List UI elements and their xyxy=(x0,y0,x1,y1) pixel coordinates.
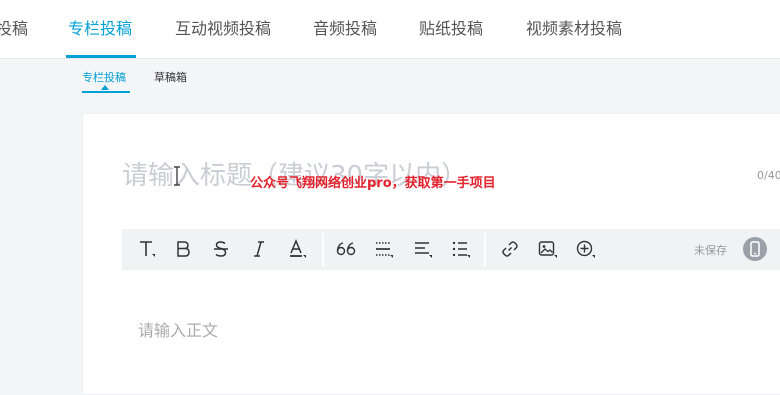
phone-preview-icon[interactable] xyxy=(743,237,767,261)
image-icon[interactable] xyxy=(536,237,560,261)
insert-more-icon[interactable] xyxy=(574,237,598,261)
tab-sticker-submit[interactable]: 贴纸投稿 xyxy=(419,18,483,40)
top-tab-bar: 投稿 专栏投稿 互动视频投稿 音频投稿 贴纸投稿 视频素材投稿 xyxy=(0,0,780,59)
body-input[interactable]: 请输入正文 xyxy=(138,317,218,341)
toolbar-divider xyxy=(484,233,486,266)
subtab-column-submit[interactable]: 专栏投稿 xyxy=(82,70,126,86)
list-icon[interactable] xyxy=(449,237,473,261)
toolbar-divider xyxy=(322,233,324,266)
sub-tab-bar: 专栏投稿 草稿箱 xyxy=(0,59,780,109)
link-icon[interactable] xyxy=(498,237,522,261)
subtab-drafts[interactable]: 草稿箱 xyxy=(154,70,187,86)
divider-icon[interactable] xyxy=(372,237,396,261)
tab-submit[interactable]: 投稿 xyxy=(0,18,28,40)
align-icon[interactable] xyxy=(411,237,435,261)
watermark-text: 公众号飞翔网络创业pro，获取第一手项目 xyxy=(250,176,496,191)
strikethrough-icon[interactable] xyxy=(209,237,233,261)
tab-audio-submit[interactable]: 音频投稿 xyxy=(313,18,377,40)
title-char-counter: 0/40 xyxy=(757,169,780,182)
quote-icon[interactable] xyxy=(334,237,358,261)
save-status: 未保存 xyxy=(694,244,727,257)
italic-icon[interactable] xyxy=(247,237,271,261)
active-tab-indicator xyxy=(66,55,136,58)
active-subtab-caret xyxy=(101,85,109,90)
bold-icon[interactable] xyxy=(171,237,195,261)
tab-interactive-video-submit[interactable]: 互动视频投稿 xyxy=(175,18,271,40)
text-size-icon[interactable] xyxy=(135,237,159,261)
tab-column-submit[interactable]: 专栏投稿 xyxy=(68,18,132,40)
text-cursor-icon xyxy=(174,166,180,186)
tab-video-material-submit[interactable]: 视频素材投稿 xyxy=(526,18,622,40)
active-subtab-indicator xyxy=(82,91,130,93)
font-color-icon[interactable] xyxy=(285,237,309,261)
editor-toolbar: 未保存 xyxy=(122,229,780,270)
